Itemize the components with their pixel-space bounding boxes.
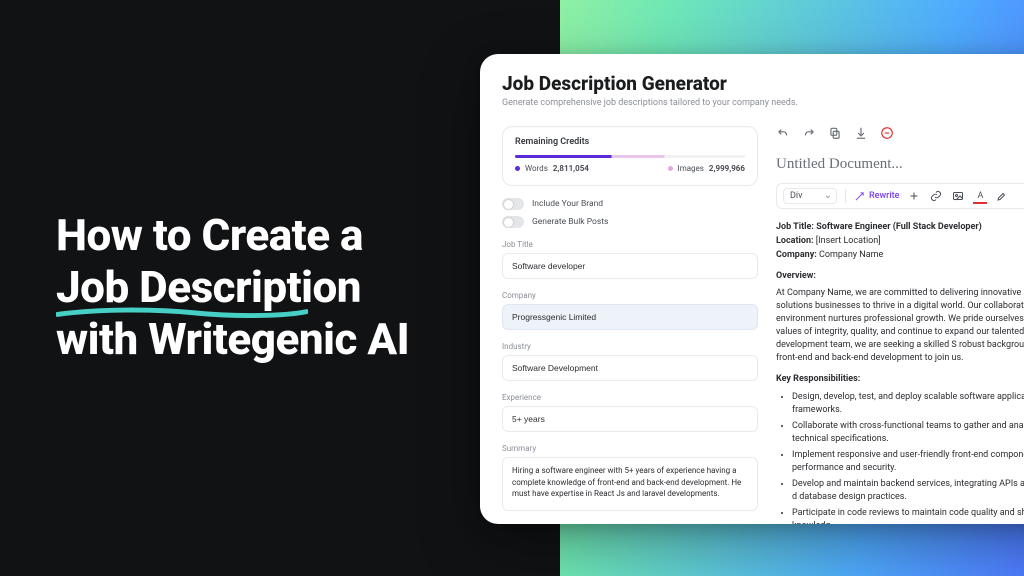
- job-title-input[interactable]: [502, 253, 758, 279]
- credits-images-label: Images: [678, 164, 704, 173]
- experience-input[interactable]: [502, 406, 758, 432]
- image-icon[interactable]: [951, 189, 965, 203]
- highlight-icon[interactable]: [995, 189, 1009, 203]
- overview-body: At Company Name, we are committed to del…: [776, 287, 1024, 365]
- document-title[interactable]: Untitled Document...: [776, 156, 1024, 173]
- dot-icon: [668, 166, 673, 171]
- dot-icon: [515, 166, 520, 171]
- credits-images: Images 2,999,966: [668, 164, 745, 173]
- out-job-title-value: Software Engineer (Full Stack Developer): [816, 222, 982, 232]
- list-item: Develop and maintain backend services, i…: [792, 478, 1024, 504]
- experience-label: Experience: [502, 393, 758, 402]
- download-icon[interactable]: [854, 126, 868, 140]
- delete-icon[interactable]: [880, 126, 894, 140]
- summary-label: Summary: [502, 444, 758, 453]
- hero-panel: How to Create a Job Description with Wri…: [0, 0, 560, 576]
- credits-title: Remaining Credits: [515, 137, 745, 147]
- industry-label: Industry: [502, 342, 758, 351]
- editor-toolbar-format: Div Rewrite A: [776, 183, 1024, 209]
- industry-input[interactable]: [502, 355, 758, 381]
- page-title: Job Description Generator: [502, 72, 798, 95]
- hero-headline: How to Create a Job Description with Wri…: [56, 210, 409, 366]
- credits-images-value: 2,999,966: [709, 164, 745, 173]
- responsibilities-list: Design, develop, test, and deploy scalab…: [776, 391, 1024, 524]
- toggle-include-brand-label: Include Your Brand: [532, 199, 603, 209]
- page-subtitle: Generate comprehensive job descriptions …: [502, 98, 798, 108]
- hero-line-1: How to Create a: [56, 210, 409, 262]
- editor-toolbar-actions: [776, 126, 1024, 140]
- app-window: Job Description Generator Generate compr…: [480, 54, 1024, 524]
- plus-icon[interactable]: [907, 189, 921, 203]
- credits-words-label: Words: [525, 164, 548, 173]
- out-location-label: Location:: [776, 236, 814, 246]
- list-item: Design, develop, test, and deploy scalab…: [792, 391, 1024, 417]
- toggle-bulk-posts-row: Generate Bulk Posts: [502, 216, 758, 228]
- company-input[interactable]: [502, 304, 758, 330]
- out-location-value: [Insert Location]: [816, 236, 881, 246]
- editor-column: Untitled Document... Div Rewrite A: [776, 126, 1024, 524]
- hero-line-3: with Writegenic AI: [56, 314, 409, 366]
- credits-progress-bar: [515, 155, 745, 158]
- list-item: Implement responsive and user-friendly f…: [792, 449, 1024, 475]
- copy-icon[interactable]: [828, 126, 842, 140]
- toggle-bulk-posts[interactable]: [502, 216, 524, 228]
- form-column: Remaining Credits Words 2,811,054 Images: [502, 126, 758, 524]
- toolbar-divider: [845, 189, 846, 203]
- list-item: Participate in code reviews to maintain …: [792, 507, 1024, 524]
- redo-icon[interactable]: [802, 126, 816, 140]
- wand-icon: [854, 191, 865, 202]
- responsibilities-heading: Key Responsibilities:: [776, 373, 1024, 386]
- format-select[interactable]: Div: [783, 188, 837, 204]
- toggle-bulk-posts-label: Generate Bulk Posts: [532, 217, 608, 227]
- toggle-include-brand-row: Include Your Brand: [502, 198, 758, 210]
- text-color-icon[interactable]: A: [973, 189, 987, 203]
- rewrite-label: Rewrite: [869, 191, 899, 201]
- link-icon[interactable]: [929, 189, 943, 203]
- summary-textarea[interactable]: [502, 457, 758, 511]
- generated-content: Job Title: Software Engineer (Full Stack…: [776, 221, 1024, 524]
- company-label: Company: [502, 291, 758, 300]
- credits-card: Remaining Credits Words 2,811,054 Images: [502, 126, 758, 186]
- app-header: Job Description Generator Generate compr…: [502, 72, 1024, 108]
- out-company-value: Company Name: [819, 250, 883, 260]
- out-company-label: Company:: [776, 250, 817, 260]
- credits-words: Words 2,811,054: [515, 164, 589, 173]
- list-item: Collaborate with cross-functional teams …: [792, 420, 1024, 446]
- hero-line-2: Job Description: [56, 261, 361, 313]
- credits-words-value: 2,811,054: [553, 164, 589, 173]
- undo-icon[interactable]: [776, 126, 790, 140]
- toggle-include-brand[interactable]: [502, 198, 524, 210]
- rewrite-button[interactable]: Rewrite: [854, 191, 899, 202]
- out-job-title-label: Job Title:: [776, 222, 814, 232]
- hero-line-2-wrap: Job Description: [56, 262, 361, 314]
- job-title-label: Job Title: [502, 240, 758, 249]
- overview-heading: Overview:: [776, 270, 1024, 283]
